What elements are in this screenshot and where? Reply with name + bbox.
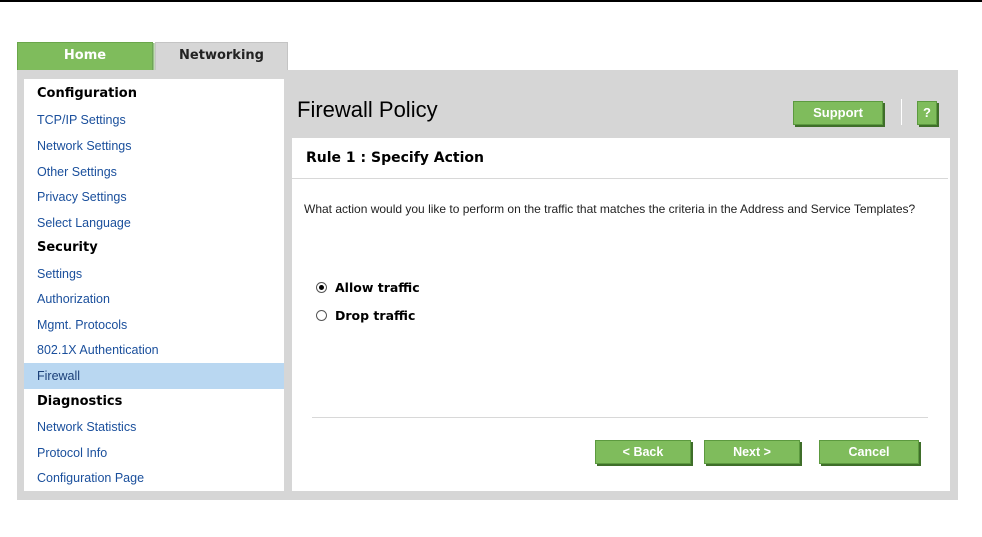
drop-traffic-radio[interactable] <box>316 309 327 321</box>
sidebar-item-network-statistics[interactable]: Network Statistics <box>24 414 284 440</box>
sidebar-item-privacy-settings[interactable]: Privacy Settings <box>24 184 284 210</box>
sidebar-item-protocol-info[interactable]: Protocol Info <box>24 440 284 466</box>
rule-title: Rule 1 : Specify Action <box>306 150 485 166</box>
next-button[interactable]: Next > <box>704 440 800 464</box>
sidebar-item-settings[interactable]: Settings <box>24 261 284 287</box>
sidebar-item-mgmt-protocols[interactable]: Mgmt. Protocols <box>24 312 284 338</box>
sidebar-item-firewall[interactable]: Firewall <box>24 363 284 389</box>
rule-divider <box>292 178 948 179</box>
support-button[interactable]: Support <box>793 101 883 125</box>
sidebar-heading-security: Security <box>37 240 98 255</box>
cancel-button[interactable]: Cancel <box>819 440 919 464</box>
drop-traffic-label: Drop traffic <box>335 307 416 323</box>
action-question: What action would you like to perform on… <box>304 202 916 216</box>
sidebar-item-select-language[interactable]: Select Language <box>24 210 284 236</box>
help-button[interactable]: ? <box>917 101 937 125</box>
rule-panel: Rule 1 : Specify Action What action woul… <box>292 138 950 491</box>
header-divider <box>901 99 902 125</box>
allow-traffic-radio[interactable] <box>316 281 327 293</box>
tab-home[interactable]: Home <box>17 42 156 71</box>
footer-divider <box>312 417 928 418</box>
page-title: Firewall Policy <box>297 97 438 122</box>
main-area: Firewall Policy Support ? Rule 1 : Speci… <box>292 79 950 491</box>
sidebar-item-other-settings[interactable]: Other Settings <box>24 159 284 185</box>
sidebar-item-network-settings[interactable]: Network Settings <box>24 133 284 159</box>
sidebar-heading-diagnostics: Diagnostics <box>37 394 123 409</box>
sidebar-item-authorization[interactable]: Authorization <box>24 286 284 312</box>
allow-traffic-label: Allow traffic <box>335 279 420 295</box>
sidebar-heading-configuration: Configuration <box>37 86 137 101</box>
top-rule <box>0 0 982 2</box>
sidebar-item-configuration-page[interactable]: Configuration Page <box>24 465 284 491</box>
tab-networking[interactable]: Networking <box>155 42 288 70</box>
sidebar: Configuration TCP/IP Settings Network Se… <box>24 79 284 491</box>
option-drop-traffic[interactable]: Drop traffic <box>316 306 415 324</box>
sidebar-item-tcpip-settings[interactable]: TCP/IP Settings <box>24 107 284 133</box>
option-allow-traffic[interactable]: Allow traffic <box>316 278 420 296</box>
sidebar-item-8021x-authentication[interactable]: 802.1X Authentication <box>24 337 284 363</box>
back-button[interactable]: < Back <box>595 440 691 464</box>
